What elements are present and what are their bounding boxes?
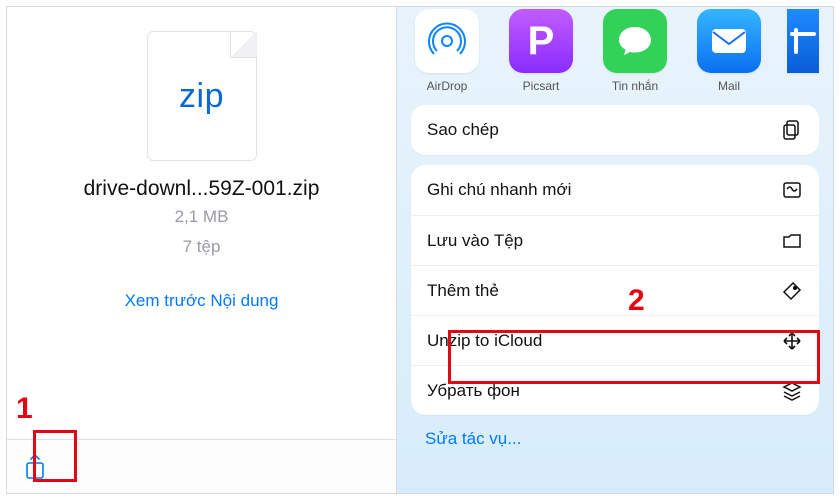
file-name: drive-downl...59Z-001.zip <box>84 177 320 201</box>
share-icon <box>23 453 47 481</box>
share-app-messages[interactable]: Tin nhắn <box>599 9 671 93</box>
file-size: 2,1 MB <box>175 207 229 227</box>
messages-icon <box>603 9 667 73</box>
action-label: Unzip to iCloud <box>427 331 542 351</box>
action-label: Убрать фон <box>427 381 520 401</box>
action-remove-bg[interactable]: Убрать фон <box>411 365 819 415</box>
more-app-icon <box>787 9 819 73</box>
share-app-more[interactable] <box>787 9 819 93</box>
action-save-files[interactable]: Lưu vào Tệp <box>411 215 819 265</box>
share-app-label: Picsart <box>523 79 560 93</box>
mail-icon <box>697 9 761 73</box>
file-preview-panel: zip drive-downl...59Z-001.zip 2,1 MB 7 t… <box>7 7 396 493</box>
copy-icon <box>781 119 803 141</box>
toolbar <box>7 439 396 493</box>
share-sheet: AirDrop P Picsart Tin nhắn Mail <box>397 7 833 493</box>
action-copy[interactable]: Sao chép <box>411 105 819 155</box>
folder-icon <box>781 230 803 252</box>
action-group-main: Ghi chú nhanh mới Lưu vào Tệp Thêm thẻ U… <box>411 165 819 415</box>
file-count: 7 tệp <box>183 237 221 257</box>
airdrop-icon <box>415 9 479 73</box>
action-quick-note[interactable]: Ghi chú nhanh mới <box>411 165 819 215</box>
tag-icon <box>781 280 803 302</box>
action-unzip-icloud[interactable]: Unzip to iCloud <box>411 315 819 365</box>
share-app-label: AirDrop <box>427 79 468 93</box>
action-label: Lưu vào Tệp <box>427 231 523 251</box>
action-label: Sao chép <box>427 120 499 140</box>
share-app-mail[interactable]: Mail <box>693 9 765 93</box>
share-button[interactable] <box>15 447 55 487</box>
move-icon <box>781 330 803 352</box>
action-label: Ghi chú nhanh mới <box>427 180 571 200</box>
edit-actions-link[interactable]: Sửa tác vụ... <box>425 429 833 449</box>
file-thumbnail: zip <box>147 31 257 161</box>
picsart-icon: P <box>509 9 573 73</box>
action-group-copy: Sao chép <box>411 105 819 155</box>
layers-icon <box>781 380 803 402</box>
note-icon <box>781 179 803 201</box>
share-app-row: AirDrop P Picsart Tin nhắn Mail <box>397 7 833 93</box>
share-app-label: Tin nhắn <box>612 79 658 93</box>
share-app-picsart[interactable]: P Picsart <box>505 9 577 93</box>
preview-contents-link[interactable]: Xem trước Nội dung <box>125 291 279 311</box>
share-app-airdrop[interactable]: AirDrop <box>411 9 483 93</box>
zip-badge-text: zip <box>179 77 224 116</box>
action-label: Thêm thẻ <box>427 281 499 301</box>
action-add-tags[interactable]: Thêm thẻ <box>411 265 819 315</box>
share-app-label: Mail <box>718 79 740 93</box>
